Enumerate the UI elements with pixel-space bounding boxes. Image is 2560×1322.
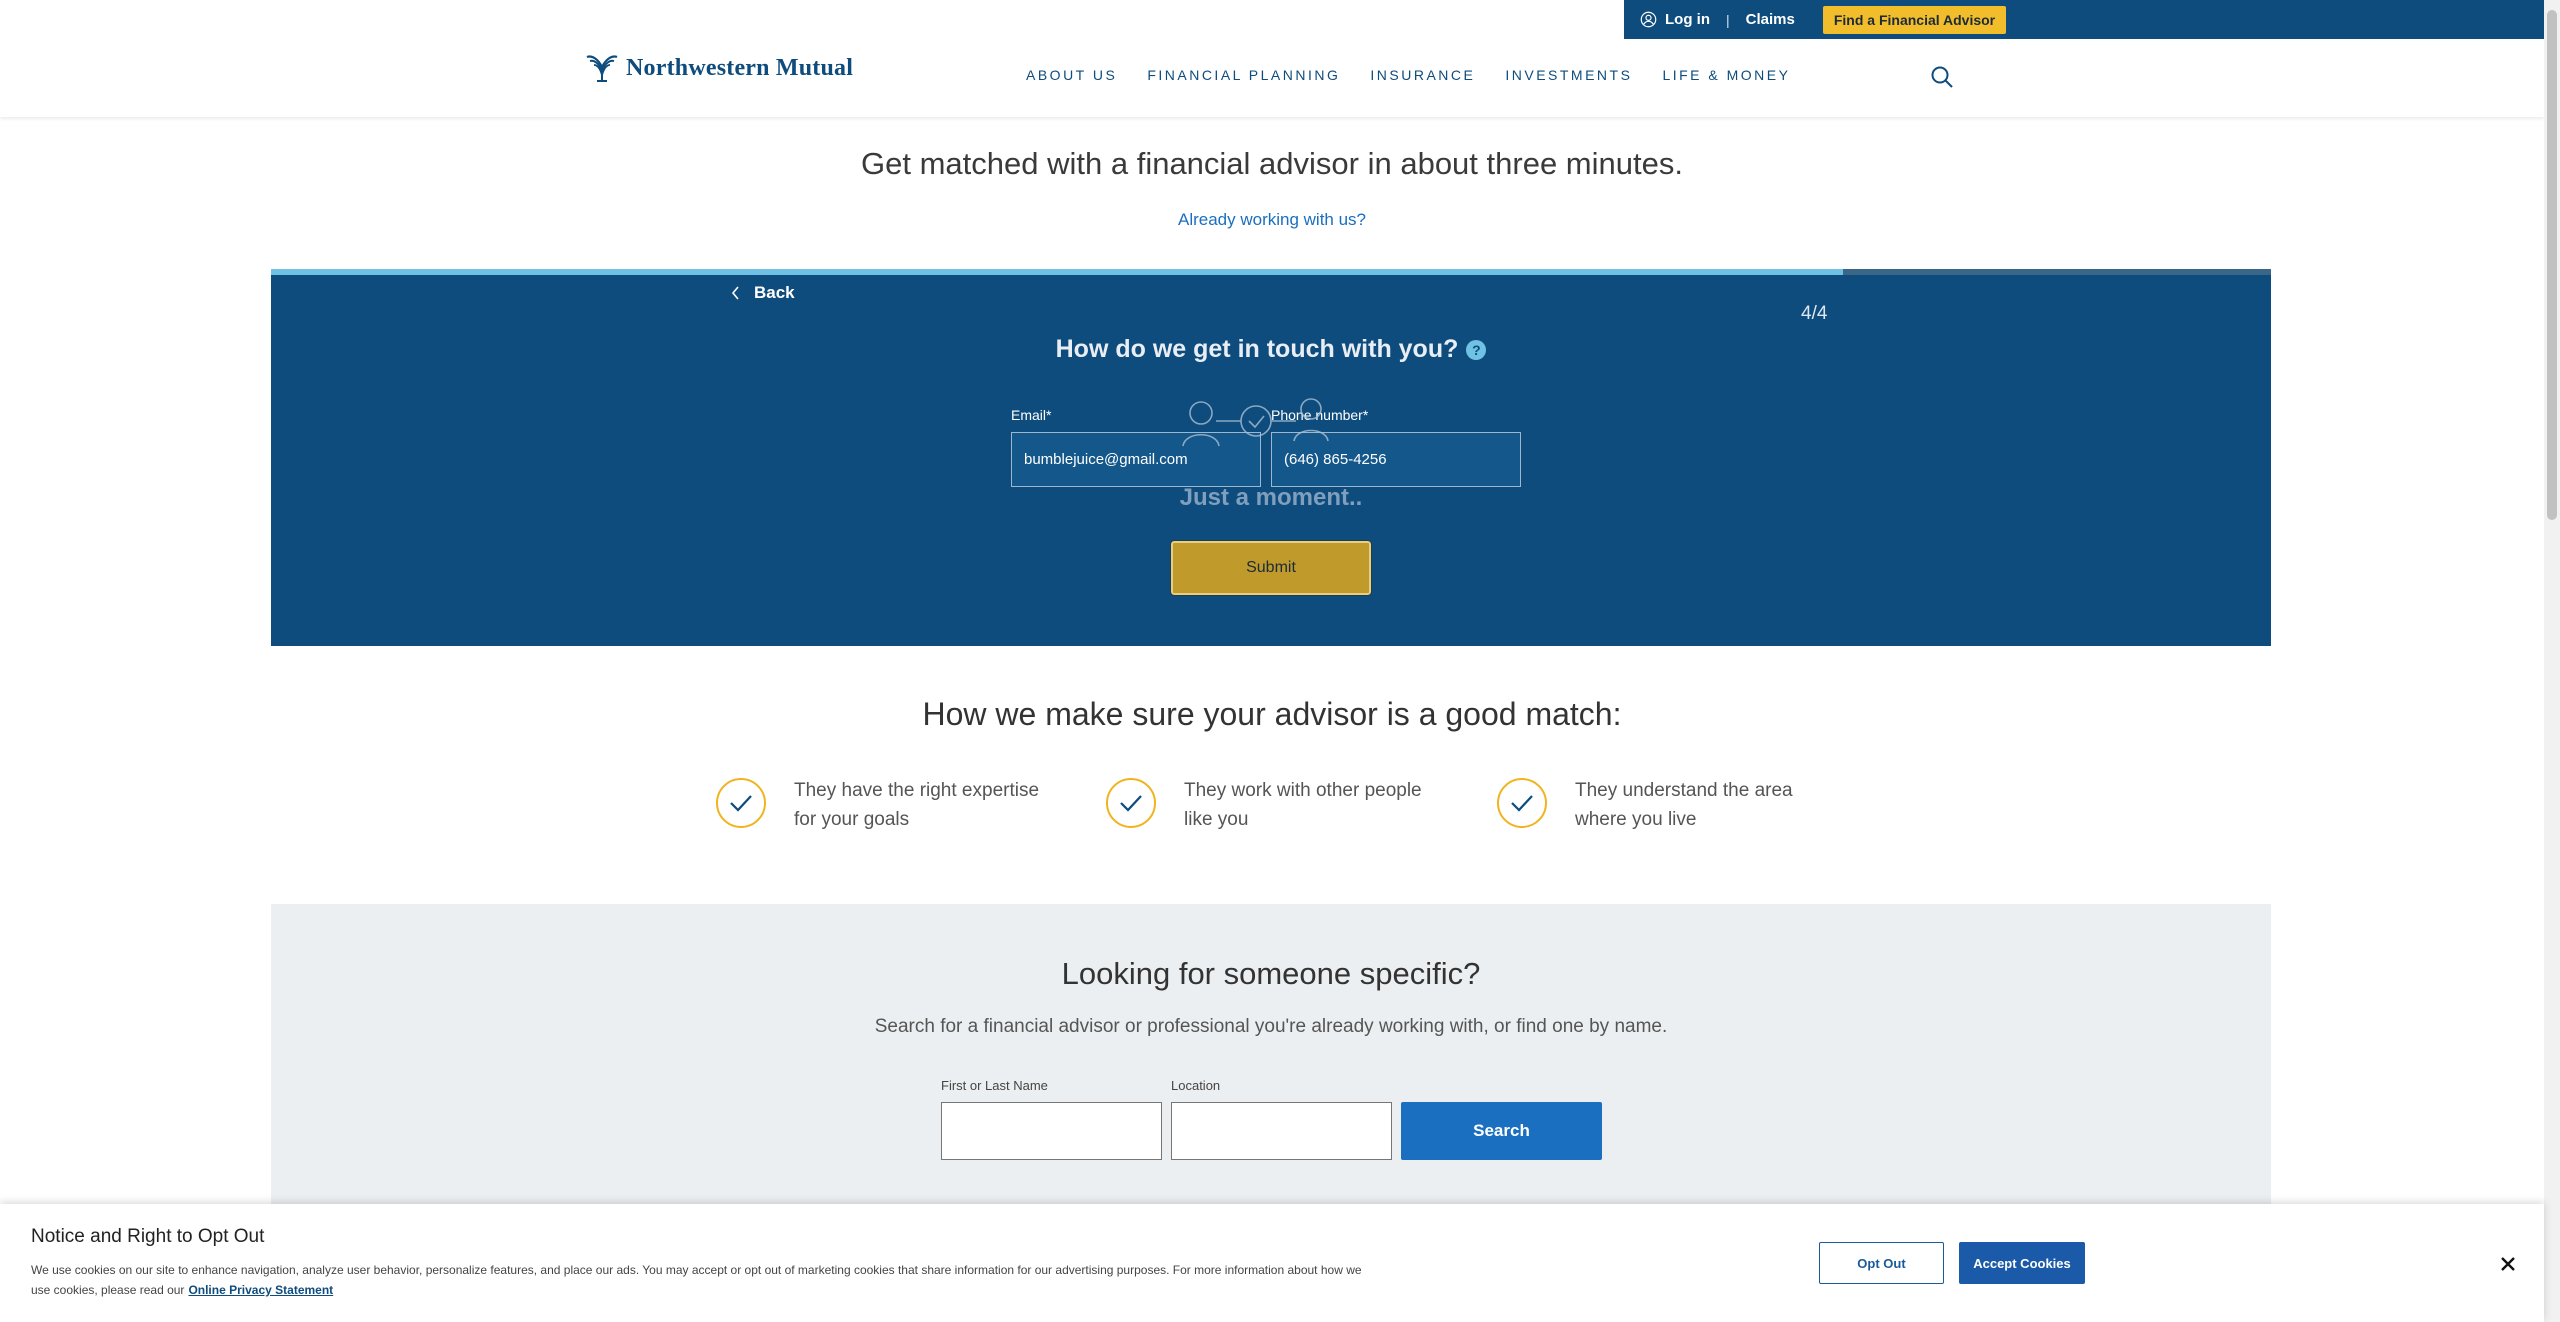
advisor-search-button[interactable]: Search [1401,1102,1602,1160]
benefit-text: They understand the area where you live [1575,780,1793,830]
location-label: Location [1171,1078,1221,1093]
match-section-title: How we make sure your advisor is a good … [922,696,1622,732]
advisor-match-form: Back 4/4 How do we get in touch with you… [271,269,2271,646]
search-section-title: Looking for someone specific? [1061,956,1481,991]
benefit-item: They understand the area where you live [1497,776,1793,834]
help-icon[interactable]: ? [1466,340,1487,361]
email-label: Email* [1011,407,1052,423]
back-button[interactable]: Back [731,283,795,303]
utility-bar: Log in | Claims Find a Financial Advisor [1624,0,2544,39]
page-scrollbar[interactable] [2544,0,2560,1322]
login-label: Log in [1665,11,1710,28]
submit-button[interactable]: Submit [1170,540,1372,596]
question-text: How do we get in touch with you? [1055,335,1459,363]
nav-investments[interactable]: INVESTMENTS [1505,67,1632,83]
search-icon [1931,66,1953,88]
page-headline: Get matched with a financial advisor in … [861,146,1683,181]
form-question: How do we get in touch with you?? [271,335,2271,364]
check-icon [1497,778,1547,828]
accept-cookies-button[interactable]: Accept Cookies [1959,1242,2085,1284]
back-label: Back [754,283,795,302]
loading-text: Just a moment.. [1179,484,1363,511]
claims-link[interactable]: Claims [1746,11,1795,28]
search-button[interactable] [1930,65,1954,89]
benefit-item: They have the right expertise for your go… [716,776,1039,834]
matching-illustration [1182,398,1329,447]
main-nav: ABOUT US FINANCIAL PLANNING INSURANCE IN… [1026,67,1790,83]
advisor-search-section: Looking for someone specific? Search for… [271,904,2271,1204]
user-icon [1640,11,1657,28]
close-icon[interactable] [2498,1254,2518,1274]
name-label: First or Last Name [941,1078,1048,1093]
benefit-text: They have the right expertise for your go… [794,780,1040,830]
already-working-link[interactable]: Already working with us? [0,210,2544,230]
nav-about-us[interactable]: ABOUT US [1026,67,1117,83]
logo-text: Northwestern Mutual [626,54,854,81]
check-icon [1106,778,1156,828]
logo[interactable]: Northwestern Mutual [584,53,853,83]
cookie-title: Notice and Right to Opt Out [31,1226,265,1247]
utility-separator: | [1726,11,1730,28]
find-advisor-button[interactable]: Find a Financial Advisor [1822,5,2007,34]
site-header: Northwestern Mutual ABOUT US FINANCIAL P… [0,39,2544,117]
benefit-text: They work with other people like you [1184,780,1422,830]
search-section-subtitle: Search for a financial advisor or profes… [874,1016,1668,1037]
nav-financial-planning[interactable]: FINANCIAL PLANNING [1147,67,1340,83]
privacy-statement-link[interactable]: Online Privacy Statement [188,1283,333,1297]
progress-bar-fill [271,269,1843,275]
benefit-item: They work with other people like you [1106,776,1422,834]
chevron-left-icon [731,286,739,300]
nav-life-money[interactable]: LIFE & MONEY [1662,67,1790,83]
login-link[interactable]: Log in [1640,11,1710,28]
logo-icon [586,55,618,82]
opt-out-button[interactable]: Opt Out [1819,1242,1944,1284]
step-indicator: 4/4 [1801,303,1828,324]
scrollbar-thumb[interactable] [2547,10,2557,520]
cookie-text: We use cookies on our site to enhance na… [31,1260,1381,1300]
location-input[interactable] [1171,1102,1392,1160]
nav-insurance[interactable]: INSURANCE [1370,67,1475,83]
progress-bar [271,269,2271,275]
name-input[interactable] [941,1102,1162,1160]
cookie-banner: Notice and Right to Opt Out We use cooki… [0,1204,2544,1322]
check-icon [716,778,766,828]
